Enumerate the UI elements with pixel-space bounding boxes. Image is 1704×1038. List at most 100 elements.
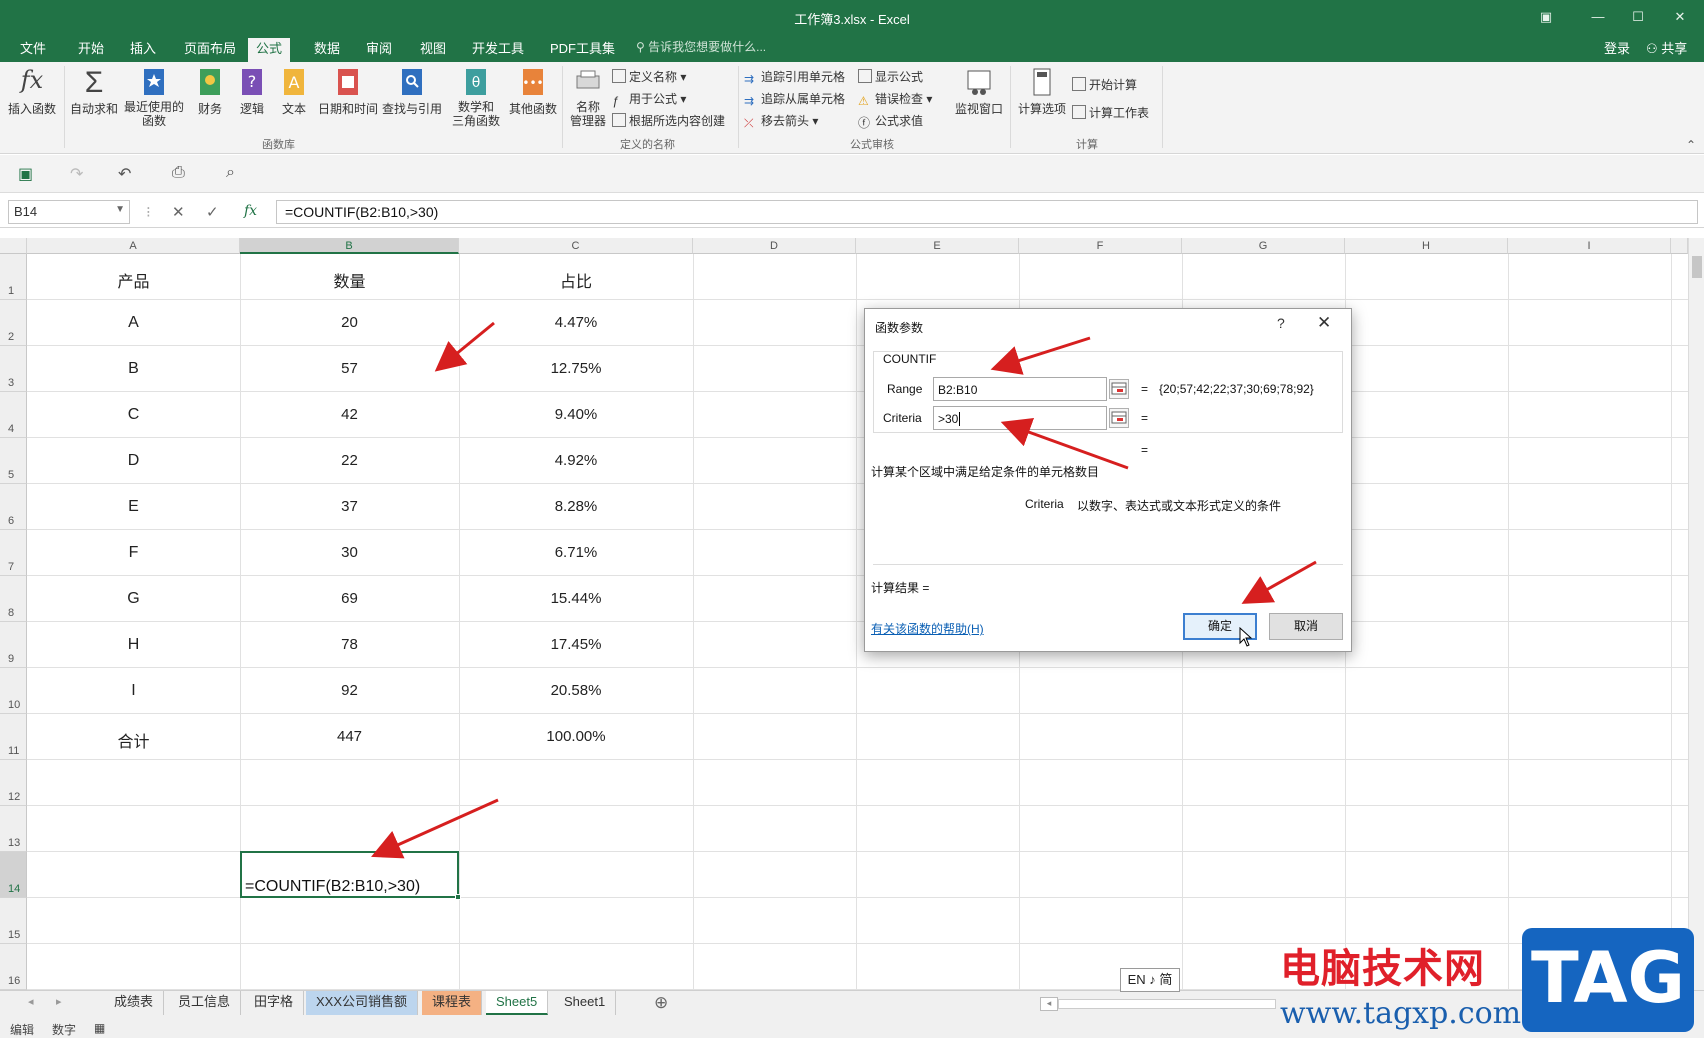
show-formulas-button[interactable]: 显示公式	[858, 68, 923, 85]
sheet-tab-sheet5[interactable]: Sheet5	[486, 991, 549, 1015]
formula-input[interactable]: =COUNTIF(B2:B10,>30)	[276, 200, 1698, 224]
logical-button[interactable]: ? 逻辑	[232, 66, 272, 117]
table-cell[interactable]: I	[27, 682, 240, 700]
table-cell[interactable]: 57	[240, 360, 459, 377]
column-header-d[interactable]: D	[693, 238, 856, 254]
date-time-button[interactable]: 日期和时间	[316, 66, 380, 117]
hscroll-left-icon[interactable]: ◂	[1040, 997, 1058, 1011]
text-button[interactable]: A 文本	[274, 66, 314, 117]
lookup-reference-button[interactable]: 查找与引用	[380, 66, 444, 117]
table-header-cell[interactable]: 占比	[459, 268, 693, 292]
table-header-cell[interactable]: 数量	[240, 268, 459, 292]
table-cell[interactable]: 6.71%	[459, 544, 693, 561]
recently-used-button[interactable]: 最近使用的 函数	[122, 66, 186, 128]
name-manager-button[interactable]: 名称 管理器	[566, 66, 610, 128]
macro-record-icon[interactable]: ▦	[94, 1021, 105, 1035]
tab-home[interactable]: 开始	[70, 38, 112, 62]
active-cell-b14[interactable]: =COUNTIF(B2:B10,>30)	[240, 851, 461, 900]
range-input[interactable]: B2:B10	[933, 377, 1107, 401]
table-cell[interactable]: H	[27, 636, 240, 654]
table-cell[interactable]: 69	[240, 590, 459, 607]
row-header[interactable]: 5	[0, 438, 27, 484]
column-header-e[interactable]: E	[856, 238, 1019, 254]
table-cell[interactable]: 92	[240, 682, 459, 699]
ime-indicator[interactable]: EN ♪ 简	[1120, 968, 1180, 992]
calculation-options-button[interactable]: 计算选项	[1014, 66, 1070, 117]
enter-formula-icon[interactable]: ✓	[206, 203, 219, 221]
table-cell[interactable]: G	[27, 590, 240, 608]
cancel-formula-icon[interactable]: ✕	[172, 203, 185, 221]
table-cell[interactable]: D	[27, 452, 240, 470]
close-button[interactable]: ✕	[1660, 6, 1700, 28]
watch-window-button[interactable]: 监视窗口	[952, 66, 1006, 117]
table-cell[interactable]: 20	[240, 314, 459, 331]
evaluate-formula-button[interactable]: ⓕ 公式求值	[858, 112, 923, 130]
table-cell[interactable]: 30	[240, 544, 459, 561]
tab-pdf-tools[interactable]: PDF工具集	[542, 38, 623, 62]
sheet-tab-schedule[interactable]: 课程表	[422, 991, 483, 1015]
function-help-link[interactable]: 有关该函数的帮助(H)	[871, 620, 984, 637]
sheet-tab-sales[interactable]: XXX公司销售额	[306, 991, 419, 1015]
collapse-dialog-criteria-icon[interactable]	[1109, 408, 1129, 428]
sheet-tab-grid-paper[interactable]: 田字格	[244, 991, 305, 1015]
tab-formulas[interactable]: 公式	[248, 38, 291, 62]
row-header[interactable]: 12	[0, 760, 27, 806]
create-from-selection-button[interactable]: 根据所选内容创建	[612, 112, 725, 129]
table-cell[interactable]: 9.40%	[459, 406, 693, 423]
save-icon[interactable]: ▣	[18, 164, 33, 184]
calculate-now-button[interactable]: 开始计算	[1072, 76, 1137, 93]
row-header[interactable]: 11	[0, 714, 27, 760]
table-cell[interactable]: 17.45%	[459, 636, 693, 653]
tab-insert[interactable]: 插入	[122, 38, 164, 62]
table-cell[interactable]: 37	[240, 498, 459, 515]
vertical-scrollbar[interactable]	[1688, 238, 1704, 990]
table-cell[interactable]: 15.44%	[459, 590, 693, 607]
row-header[interactable]: 9	[0, 622, 27, 668]
row-header[interactable]: 10	[0, 668, 27, 714]
autosum-button[interactable]: Σ 自动求和	[68, 66, 120, 117]
table-cell[interactable]: A	[27, 314, 240, 332]
math-trig-button[interactable]: θ 数学和 三角函数	[448, 66, 504, 128]
help-icon[interactable]: ?	[1277, 315, 1285, 331]
sheet-tab-grades[interactable]: 成绩表	[104, 991, 165, 1015]
table-cell[interactable]: C	[27, 406, 240, 424]
print-preview-icon[interactable]: ⎙	[172, 164, 185, 182]
add-sheet-icon[interactable]: ⊕	[654, 993, 668, 1013]
table-cell[interactable]: E	[27, 498, 240, 516]
table-cell[interactable]: 42	[240, 406, 459, 423]
tab-file[interactable]: 文件	[12, 38, 54, 62]
define-name-button[interactable]: 定义名称 ▾	[612, 68, 686, 85]
table-cell[interactable]: 12.75%	[459, 360, 693, 377]
table-cell[interactable]: B	[27, 360, 240, 378]
column-header-g[interactable]: G	[1182, 238, 1345, 254]
zoom-preview-icon[interactable]: ⌕	[226, 164, 235, 182]
column-header-a[interactable]: A	[27, 238, 240, 254]
financial-button[interactable]: 财务	[190, 66, 230, 117]
row-header[interactable]: 4	[0, 392, 27, 438]
use-in-formula-button[interactable]: ƒ 用于公式 ▾	[612, 90, 686, 108]
row-header[interactable]: 1	[0, 254, 27, 300]
table-cell[interactable]: F	[27, 544, 240, 562]
more-functions-button[interactable]: ••• 其他函数	[506, 66, 560, 117]
share-button[interactable]: ⚇ 共享	[1646, 38, 1687, 57]
table-cell[interactable]: 合计	[27, 728, 240, 752]
table-cell[interactable]: 22	[240, 452, 459, 469]
ribbon-display-button[interactable]: ▣	[1526, 6, 1566, 28]
column-header-f[interactable]: F	[1019, 238, 1182, 254]
row-header[interactable]: 7	[0, 530, 27, 576]
row-header[interactable]: 6	[0, 484, 27, 530]
table-cell[interactable]: 8.28%	[459, 498, 693, 515]
trace-precedents-button[interactable]: ⇉ 追踪引用单元格	[744, 68, 845, 86]
collapse-dialog-range-icon[interactable]	[1109, 379, 1129, 399]
criteria-input[interactable]: >30	[933, 406, 1107, 430]
row-header[interactable]: 16	[0, 944, 27, 990]
calculate-sheet-button[interactable]: 计算工作表	[1072, 104, 1149, 121]
row-header[interactable]: 13	[0, 806, 27, 852]
maximize-button[interactable]: ☐	[1618, 6, 1658, 28]
sheet-tab-sheet1[interactable]: Sheet1	[554, 991, 617, 1015]
scroll-thumb[interactable]	[1692, 256, 1702, 278]
trace-dependents-button[interactable]: ⇉ 追踪从属单元格	[744, 90, 845, 108]
tab-page-layout[interactable]: 页面布局	[176, 38, 244, 62]
table-cell[interactable]: 4.92%	[459, 452, 693, 469]
table-cell[interactable]: 100.00%	[459, 728, 693, 745]
